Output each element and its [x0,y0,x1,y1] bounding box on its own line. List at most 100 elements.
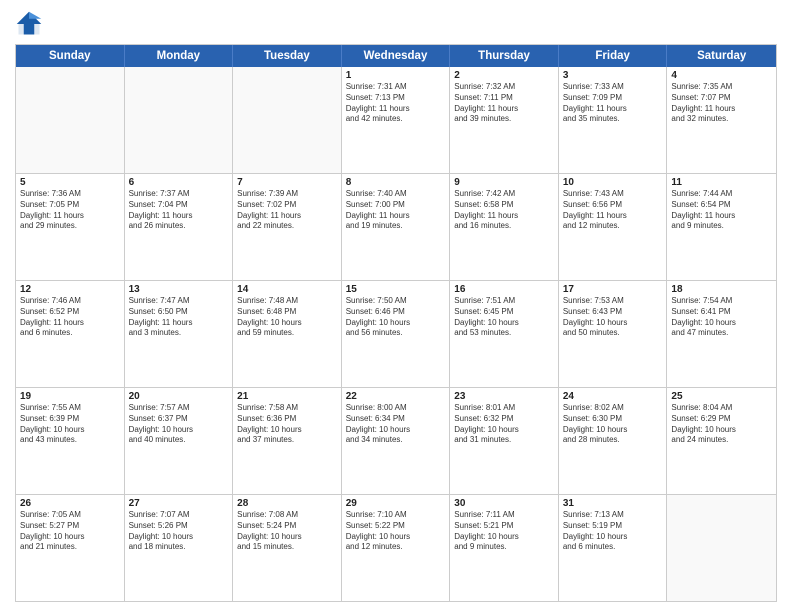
calendar-cell: 12Sunrise: 7:46 AMSunset: 6:52 PMDayligh… [16,281,125,387]
header [15,10,777,38]
weekday-header: Saturday [667,45,776,67]
cell-info: Sunrise: 7:53 AM [563,296,663,307]
cell-info: Sunset: 5:26 PM [129,521,229,532]
cell-info: Sunset: 5:19 PM [563,521,663,532]
calendar-cell: 18Sunrise: 7:54 AMSunset: 6:41 PMDayligh… [667,281,776,387]
cell-info: Sunrise: 7:39 AM [237,189,337,200]
cell-info: and 56 minutes. [346,328,446,339]
day-number: 17 [563,284,663,295]
cell-info: and 42 minutes. [346,114,446,125]
calendar-cell: 5Sunrise: 7:36 AMSunset: 7:05 PMDaylight… [16,174,125,280]
cell-info: Sunset: 7:00 PM [346,200,446,211]
cell-info: Sunset: 6:37 PM [129,414,229,425]
cell-info: Sunset: 5:24 PM [237,521,337,532]
calendar-cell: 7Sunrise: 7:39 AMSunset: 7:02 PMDaylight… [233,174,342,280]
cell-info: Sunrise: 7:46 AM [20,296,120,307]
cell-info: Sunset: 6:41 PM [671,307,772,318]
calendar-body: 1Sunrise: 7:31 AMSunset: 7:13 PMDaylight… [16,67,776,601]
cell-info: Sunset: 5:22 PM [346,521,446,532]
cell-info: Sunrise: 7:58 AM [237,403,337,414]
cell-info: Daylight: 10 hours [563,532,663,543]
cell-info: Sunset: 7:13 PM [346,93,446,104]
cell-info: Sunset: 7:04 PM [129,200,229,211]
cell-info: Daylight: 11 hours [346,104,446,115]
cell-info: and 35 minutes. [563,114,663,125]
logo [15,10,47,38]
cell-info: and 59 minutes. [237,328,337,339]
day-number: 16 [454,284,554,295]
cell-info: Sunrise: 7:10 AM [346,510,446,521]
cell-info: and 37 minutes. [237,435,337,446]
day-number: 22 [346,391,446,402]
cell-info: Sunset: 7:09 PM [563,93,663,104]
cell-info: Sunrise: 8:00 AM [346,403,446,414]
calendar-cell: 8Sunrise: 7:40 AMSunset: 7:00 PMDaylight… [342,174,451,280]
day-number: 18 [671,284,772,295]
day-number: 6 [129,177,229,188]
day-number: 24 [563,391,663,402]
cell-info: Sunset: 7:05 PM [20,200,120,211]
cell-info: Sunrise: 7:54 AM [671,296,772,307]
cell-info: Sunset: 7:02 PM [237,200,337,211]
calendar-cell: 1Sunrise: 7:31 AMSunset: 7:13 PMDaylight… [342,67,451,173]
cell-info: Sunset: 6:54 PM [671,200,772,211]
cell-info: and 9 minutes. [454,542,554,553]
cell-info: Daylight: 11 hours [563,104,663,115]
day-number: 27 [129,498,229,509]
cell-info: Sunrise: 7:36 AM [20,189,120,200]
day-number: 26 [20,498,120,509]
calendar-cell: 15Sunrise: 7:50 AMSunset: 6:46 PMDayligh… [342,281,451,387]
day-number: 13 [129,284,229,295]
cell-info: Sunset: 6:32 PM [454,414,554,425]
cell-info: Daylight: 11 hours [20,211,120,222]
cell-info: Daylight: 10 hours [20,425,120,436]
cell-info: and 12 minutes. [563,221,663,232]
cell-info: Daylight: 10 hours [129,532,229,543]
cell-info: Daylight: 10 hours [563,425,663,436]
cell-info: and 24 minutes. [671,435,772,446]
calendar-cell: 16Sunrise: 7:51 AMSunset: 6:45 PMDayligh… [450,281,559,387]
weekday-header: Wednesday [342,45,451,67]
weekday-header: Sunday [16,45,125,67]
cell-info: Daylight: 10 hours [346,532,446,543]
cell-info: Sunrise: 7:57 AM [129,403,229,414]
calendar-cell: 21Sunrise: 7:58 AMSunset: 6:36 PMDayligh… [233,388,342,494]
cell-info: and 15 minutes. [237,542,337,553]
cell-info: and 6 minutes. [20,328,120,339]
cell-info: and 40 minutes. [129,435,229,446]
cell-info: Sunrise: 7:48 AM [237,296,337,307]
cell-info: Daylight: 10 hours [454,532,554,543]
weekday-header: Tuesday [233,45,342,67]
cell-info: Sunrise: 7:33 AM [563,82,663,93]
calendar-cell: 29Sunrise: 7:10 AMSunset: 5:22 PMDayligh… [342,495,451,601]
page: SundayMondayTuesdayWednesdayThursdayFrid… [0,0,792,612]
calendar-cell [16,67,125,173]
day-number: 2 [454,70,554,81]
day-number: 28 [237,498,337,509]
cell-info: Daylight: 11 hours [454,211,554,222]
cell-info: Sunset: 6:43 PM [563,307,663,318]
cell-info: and 12 minutes. [346,542,446,553]
cell-info: Sunrise: 7:50 AM [346,296,446,307]
cell-info: Sunrise: 8:04 AM [671,403,772,414]
day-number: 14 [237,284,337,295]
calendar-cell: 23Sunrise: 8:01 AMSunset: 6:32 PMDayligh… [450,388,559,494]
day-number: 7 [237,177,337,188]
cell-info: Daylight: 11 hours [346,211,446,222]
day-number: 29 [346,498,446,509]
cell-info: and 47 minutes. [671,328,772,339]
cell-info: Sunrise: 7:44 AM [671,189,772,200]
calendar-cell: 10Sunrise: 7:43 AMSunset: 6:56 PMDayligh… [559,174,668,280]
calendar-row: 26Sunrise: 7:05 AMSunset: 5:27 PMDayligh… [16,495,776,601]
day-number: 30 [454,498,554,509]
cell-info: Daylight: 11 hours [454,104,554,115]
day-number: 15 [346,284,446,295]
calendar-cell: 20Sunrise: 7:57 AMSunset: 6:37 PMDayligh… [125,388,234,494]
calendar-cell: 9Sunrise: 7:42 AMSunset: 6:58 PMDaylight… [450,174,559,280]
cell-info: Sunset: 6:39 PM [20,414,120,425]
cell-info: Daylight: 10 hours [129,425,229,436]
cell-info: Daylight: 11 hours [563,211,663,222]
cell-info: Sunset: 6:50 PM [129,307,229,318]
cell-info: and 26 minutes. [129,221,229,232]
cell-info: Daylight: 11 hours [129,211,229,222]
